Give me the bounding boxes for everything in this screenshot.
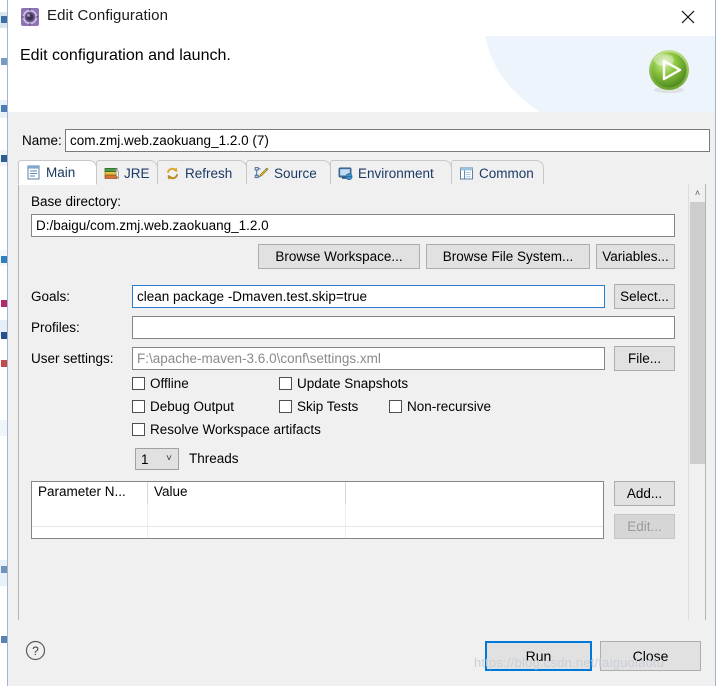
configuration-name-input[interactable] [65, 129, 710, 152]
chevron-down-icon[interactable]: ˅ [166, 454, 178, 464]
parameters-table[interactable]: Parameter N... Value [31, 481, 604, 539]
threads-combo[interactable]: 1 ˅ [135, 448, 179, 470]
name-row: Name: [18, 129, 710, 153]
checkbox-resolve-workspace-artifacts-label: Resolve Workspace artifacts [150, 422, 321, 437]
goals-select-button[interactable]: Select... [614, 284, 675, 309]
checkbox-update-snapshots[interactable]: Update Snapshots [279, 376, 408, 391]
column-header-value[interactable]: Value [148, 482, 346, 504]
main-pane-scrollbar[interactable]: ˄ ˅ [688, 184, 705, 674]
profiles-input[interactable] [132, 316, 675, 339]
checkbox-resolve-workspace-artifacts[interactable]: Resolve Workspace artifacts [132, 422, 321, 437]
column-header-blank[interactable] [346, 482, 603, 504]
table-cell [148, 527, 346, 538]
run-button[interactable]: Run [485, 641, 592, 671]
window-title: Edit Configuration [47, 7, 169, 24]
table-cell [346, 504, 603, 526]
tab-refresh[interactable]: Refresh [157, 160, 247, 185]
add-parameter-button[interactable]: Add... [614, 481, 675, 506]
checkbox-update-snapshots-label: Update Snapshots [297, 376, 409, 391]
tab-environment-label: Environment [358, 165, 434, 181]
main-scroll-pane: Base directory: Browse Workspace... Brow… [19, 184, 687, 674]
user-settings-label: User settings: [31, 351, 114, 366]
table-cell [32, 527, 148, 538]
threads-combo-value: 1 [141, 451, 149, 467]
threads-label: Threads [189, 451, 239, 466]
dialog-window: Edit Configuration Edit configuration an… [7, 0, 716, 686]
column-header-parameter-name[interactable]: Parameter N... [32, 482, 148, 504]
tab-source-label: Source [274, 165, 317, 181]
configuration-gear-icon [20, 7, 40, 27]
checkbox-skip-tests[interactable]: Skip Tests [279, 399, 358, 414]
dialog-banner: Edit configuration and launch. [8, 36, 715, 112]
base-directory-input[interactable] [31, 214, 675, 237]
parameters-table-header: Parameter N... Value [32, 482, 603, 504]
environment-icon [338, 166, 353, 181]
scrollbar-thumb[interactable] [690, 202, 705, 464]
tab-main-label: Main [46, 165, 76, 180]
checkbox-update-snapshots-box[interactable] [279, 377, 292, 390]
table-cell [346, 527, 603, 538]
user-settings-file-button[interactable]: File... [614, 346, 675, 371]
base-directory-label: Base directory: [31, 194, 122, 209]
user-settings-input[interactable] [132, 347, 605, 370]
edit-parameter-button: Edit... [614, 514, 675, 539]
checkbox-non-recursive-label: Non-recursive [407, 399, 492, 414]
variables-button[interactable]: Variables... [596, 244, 675, 269]
checkbox-debug-output-label: Debug Output [150, 399, 235, 414]
goals-input[interactable] [132, 285, 605, 308]
checkbox-non-recursive[interactable]: Non-recursive [389, 399, 491, 414]
tab-refresh-label: Refresh [185, 165, 233, 181]
parameters-table-body [32, 504, 603, 538]
profiles-label: Profiles: [31, 320, 80, 335]
banner-heading: Edit configuration and launch. [20, 47, 231, 64]
table-cell [148, 504, 346, 526]
checkbox-skip-tests-box[interactable] [279, 400, 292, 413]
tab-jre[interactable]: JRE [96, 160, 158, 185]
tab-source[interactable]: Source [246, 160, 331, 185]
edit-configuration-dialog-screen: Edit Configuration Edit configuration an… [0, 0, 716, 686]
tab-common-label: Common [479, 165, 534, 181]
source-pencil-icon [254, 166, 269, 181]
close-button[interactable]: Close [600, 641, 701, 671]
close-icon[interactable] [665, 0, 711, 34]
common-window-icon [459, 166, 474, 181]
table-row[interactable] [32, 504, 603, 526]
table-row[interactable] [32, 526, 603, 538]
checkbox-skip-tests-label: Skip Tests [297, 399, 359, 414]
dialog-footer: ? Run Close [8, 620, 715, 686]
tab-jre-label: JRE [124, 165, 150, 181]
goals-label: Goals: [31, 289, 71, 304]
tab-main[interactable]: Main [18, 160, 97, 185]
main-pane-inner: Base directory: Browse Workspace... Brow… [19, 184, 687, 674]
jre-books-icon [104, 166, 119, 181]
tab-folder: Main JRE Refresh Source Environment Comm… [18, 159, 706, 675]
browse-file-system-button[interactable]: Browse File System... [426, 244, 590, 269]
chevron-up-icon[interactable]: ˄ [689, 184, 706, 201]
table-cell [32, 504, 148, 526]
run-play-icon [645, 47, 693, 95]
checkbox-offline-box[interactable] [132, 377, 145, 390]
tab-common[interactable]: Common [451, 160, 544, 185]
refresh-arrows-icon [165, 166, 180, 181]
checkbox-offline-label: Offline [150, 376, 189, 391]
tab-content-main: Base directory: Browse Workspace... Brow… [18, 184, 706, 675]
title-bar: Edit Configuration [8, 0, 715, 36]
name-label: Name: [22, 133, 62, 148]
dialog-body: Name: com.zmj.web.zaokuang_1.2.0 (7) Mai… [8, 112, 715, 686]
browse-workspace-button[interactable]: Browse Workspace... [258, 244, 420, 269]
svg-text:?: ? [32, 644, 39, 658]
document-main-icon [26, 165, 41, 180]
tab-strip: Main JRE Refresh Source Environment Comm… [18, 159, 706, 185]
checkbox-debug-output[interactable]: Debug Output [132, 399, 234, 414]
checkbox-resolve-workspace-artifacts-box[interactable] [132, 423, 145, 436]
checkbox-debug-output-box[interactable] [132, 400, 145, 413]
checkbox-offline[interactable]: Offline [132, 376, 189, 391]
tab-environment[interactable]: Environment [330, 160, 452, 185]
checkbox-non-recursive-box[interactable] [389, 400, 402, 413]
help-question-icon[interactable]: ? [25, 640, 46, 661]
